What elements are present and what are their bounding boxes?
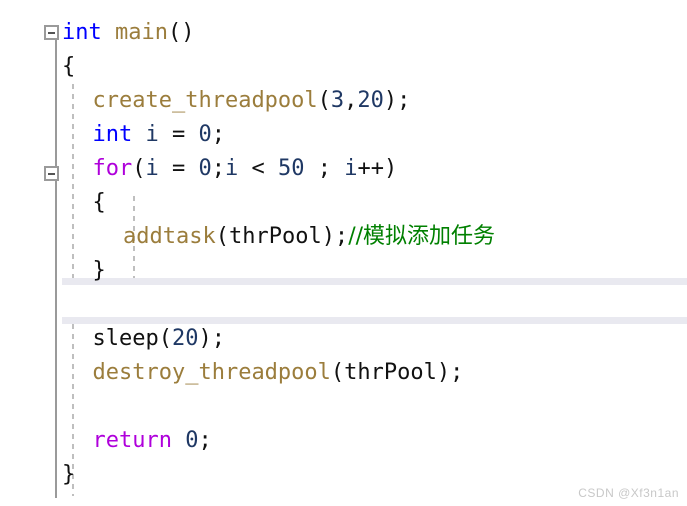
token-num: 0 [198,122,212,147]
token-num: 20 [357,88,384,113]
token-punct: } [92,258,106,283]
token-fn: main [115,20,168,45]
token-punct: } [62,462,76,487]
token-punct: ++) [357,156,398,181]
code-line[interactable]: sleep(20); [0,322,687,356]
token-num: 0 [198,156,212,181]
token-punct: ); [321,224,349,249]
token-punct: ; [211,156,225,181]
token-plain: thrPool [228,224,322,249]
token-punct: ( [330,360,345,385]
code-line[interactable]: create_threadpool(3,20); [0,84,687,118]
code-line[interactable]: int main() [0,16,687,50]
token-punct: = [158,122,199,147]
code-line[interactable]: addtask(thrPool);//模拟添加任务 [0,220,687,254]
code-line[interactable]: destroy_threadpool(thrPool); [0,356,687,390]
token-comment: //模拟添加任务 [348,224,496,249]
token-num: 50 [278,156,305,181]
token-var: i [344,156,358,181]
token-punct: ( [215,224,229,249]
token-punct: ); [383,88,411,113]
token-var: i [225,156,239,181]
token-kw: int [62,20,102,45]
code-content[interactable]: int main(){create_threadpool(3,20); int i… [0,0,687,506]
token-num: 0 [185,428,199,453]
token-punct: { [62,54,76,79]
token-punct: ; [198,428,212,453]
token-num: 3 [330,88,345,113]
token-punct: ); [198,326,225,351]
token-punct: ; [304,156,345,181]
token-punct: , [344,88,358,113]
token-punct: () [167,20,195,45]
token-fn: destroy_threadpool [92,360,331,385]
code-line[interactable]: { [0,50,687,84]
token-plain: sleep [92,326,159,351]
code-line[interactable]: } [0,254,687,288]
token-plain: thrPool [344,360,437,385]
code-line[interactable] [0,390,687,424]
watermark-label: CSDN @Xf3n1an [578,486,679,500]
token-punct: < [238,156,278,181]
token-ctrl: return [92,428,172,453]
token-punct: ( [158,326,172,351]
token-ctrl: for [92,156,133,181]
code-editor[interactable]: int main(){create_threadpool(3,20); int i… [0,0,687,506]
token-punct: = [158,156,199,181]
code-line[interactable]: { [0,186,687,220]
token-punct: ); [436,360,464,385]
token-kw: int [92,122,133,147]
token-punct: ( [132,156,146,181]
token-fn: create_threadpool [92,88,318,113]
token-var: i [145,156,159,181]
token-punct: ( [317,88,331,113]
token-fn: addtask [123,224,216,249]
code-line[interactable]: int i = 0; [0,118,687,152]
token-num: 20 [171,326,199,351]
token-var: i [145,122,159,147]
token-punct: { [92,190,106,215]
code-line[interactable] [0,288,687,322]
code-line[interactable]: for(i = 0;i < 50 ; i++) [0,152,687,186]
code-line[interactable]: return 0; [0,424,687,458]
token-punct: ; [211,122,225,147]
